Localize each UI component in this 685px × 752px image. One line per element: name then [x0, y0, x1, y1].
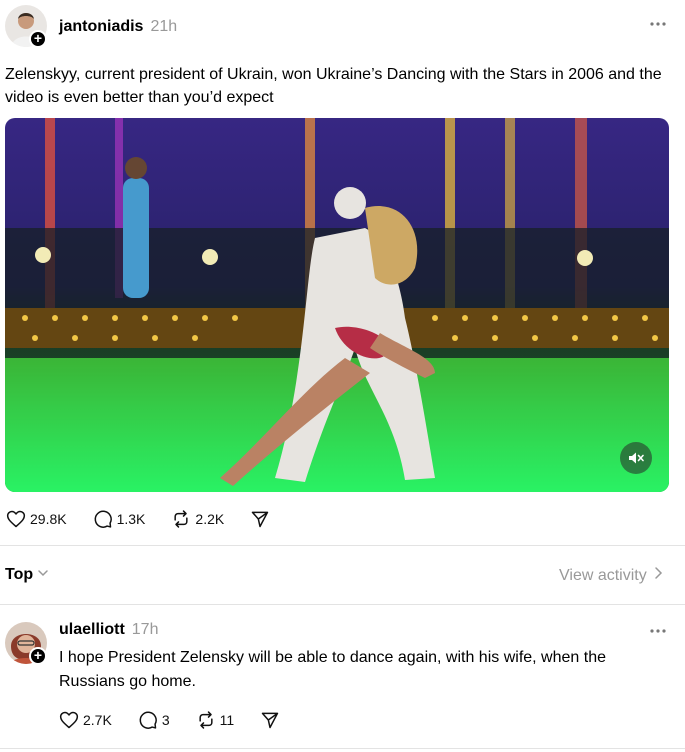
like-count: 29.8K: [30, 511, 67, 527]
repost-count: 2.2K: [195, 511, 225, 527]
repost-button[interactable]: 2.2K: [171, 509, 224, 529]
send-icon: [250, 509, 270, 529]
reply-author-name[interactable]: ulaelliott: [59, 621, 125, 639]
reply-comment-button[interactable]: 3: [138, 710, 170, 730]
comment-button[interactable]: 1.3K: [93, 509, 146, 529]
reply-repost-count: 11: [219, 712, 235, 728]
send-icon: [260, 710, 280, 730]
post-video[interactable]: [5, 118, 669, 492]
divider: [0, 545, 685, 546]
repost-icon: [196, 710, 216, 730]
more-options-icon[interactable]: [650, 623, 666, 644]
comment-count: 1.3K: [116, 511, 146, 527]
heart-icon: [6, 509, 26, 529]
share-button[interactable]: [250, 509, 270, 529]
follow-plus-icon[interactable]: +: [29, 647, 47, 665]
sort-dropdown[interactable]: Top: [5, 566, 49, 584]
muted-speaker-icon[interactable]: [620, 442, 652, 474]
more-options-icon[interactable]: [650, 16, 666, 37]
divider: [0, 748, 685, 749]
view-activity-label: View activity: [559, 566, 647, 584]
sort-label: Top: [5, 566, 34, 583]
follow-plus-icon[interactable]: +: [29, 30, 47, 48]
divider: [0, 604, 685, 605]
reply-like-count: 2.7K: [83, 712, 112, 728]
comment-icon: [93, 509, 113, 529]
comment-icon: [138, 710, 158, 730]
post-timestamp: 21h: [150, 18, 178, 35]
chevron-right-icon: [653, 566, 663, 585]
video-frame: [5, 118, 669, 492]
reply-repost-button[interactable]: 11: [196, 710, 235, 730]
view-activity-link[interactable]: View activity: [559, 566, 663, 585]
repost-icon: [171, 509, 191, 529]
heart-icon: [59, 710, 79, 730]
reply-like-button[interactable]: 2.7K: [59, 710, 112, 730]
like-button[interactable]: 29.8K: [6, 509, 67, 529]
reply-timestamp: 17h: [131, 621, 159, 638]
reply-comment-count: 3: [161, 712, 170, 728]
post-text: Zelenskyy, current president of Ukrain, …: [5, 66, 662, 106]
chevron-down-icon: [37, 566, 49, 584]
reply-share-button[interactable]: [260, 710, 280, 730]
reply-text: I hope President Zelensky will be able t…: [59, 649, 606, 690]
post-author-name[interactable]: jantoniadis: [59, 18, 143, 36]
